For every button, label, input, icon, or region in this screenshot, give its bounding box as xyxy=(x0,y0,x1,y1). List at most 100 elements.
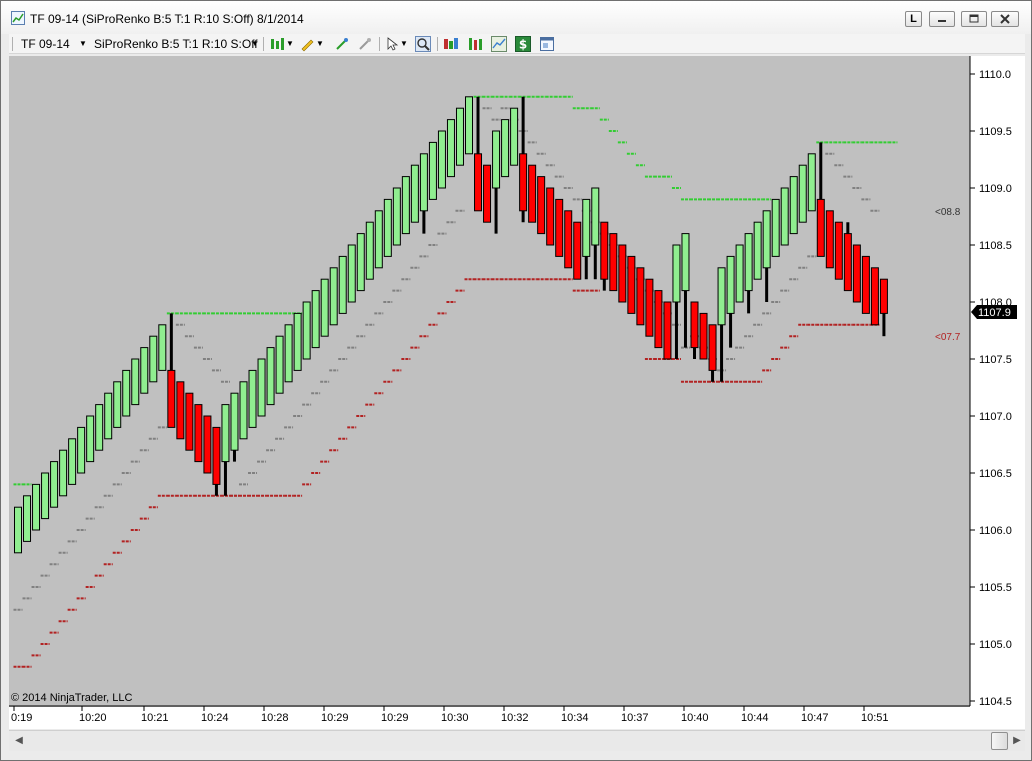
chart-panel[interactable]: 1110.0 1109.5 1109.0 1108.5 1108.0 1107.5 1107… xyxy=(9,56,1025,729)
scroll-right-arrow-icon[interactable]: ▶ xyxy=(1011,734,1023,748)
up-bar xyxy=(789,176,798,235)
price-label: 1109.0 xyxy=(979,183,1012,195)
up-bar xyxy=(59,449,68,497)
down-bar xyxy=(194,404,203,463)
time-label: 10:20 xyxy=(79,712,107,724)
price-label: 1106.5 xyxy=(979,468,1012,480)
down-bar xyxy=(176,381,185,440)
time-label: 10:21 xyxy=(141,712,169,724)
up-bar xyxy=(311,290,320,349)
down-bar xyxy=(645,278,654,337)
time-label: 10:30 xyxy=(441,712,469,724)
price-chart[interactable]: 1110.01109.51109.01108.51108.01107.51107… xyxy=(9,56,1025,729)
marker-low-text: <07.7 xyxy=(935,332,961,343)
toolbar-separator xyxy=(263,37,264,51)
up-bar xyxy=(68,438,77,485)
up-bar xyxy=(14,506,22,554)
up-bar xyxy=(302,301,311,360)
svg-text:$: $ xyxy=(519,38,527,52)
data-box-icon[interactable] xyxy=(443,36,459,52)
horizontal-scrollbar[interactable]: ◀ ▶ xyxy=(9,730,1025,751)
down-bar xyxy=(879,278,888,314)
up-bar xyxy=(86,415,95,463)
up-bar xyxy=(23,495,32,542)
restore-button[interactable] xyxy=(961,11,987,27)
instrument-dropdown-icon[interactable]: ▼ xyxy=(79,39,87,48)
link-button[interactable]: L xyxy=(905,11,922,27)
marker-high: <08.8 xyxy=(935,207,961,218)
toolbar-separator xyxy=(379,37,380,51)
up-bar xyxy=(780,187,789,246)
bar-style-icon[interactable] xyxy=(269,36,285,52)
chart-window: TF 09-14 (SiProRenko B:5 T:1 R:10 S:Off)… xyxy=(0,0,1032,761)
bar-type-dropdown-icon[interactable]: ▼ xyxy=(251,39,259,48)
price-label: 1104.5 xyxy=(979,696,1012,708)
strategy-icon[interactable] xyxy=(357,36,373,52)
up-bar xyxy=(383,198,392,257)
up-bar xyxy=(320,278,329,337)
down-bar xyxy=(699,312,708,360)
down-bar xyxy=(834,221,843,280)
scroll-left-arrow-icon[interactable]: ◀ xyxy=(12,734,26,748)
marker-high-text: <08.8 xyxy=(935,207,961,218)
marker-low: <07.7 xyxy=(935,332,961,343)
scroll-thumb[interactable] xyxy=(991,732,1008,750)
bar-type-selector[interactable]: SiProRenko B:5 T:1 R:10 S:Off xyxy=(94,37,258,51)
draw-dropdown-icon[interactable]: ▼ xyxy=(316,39,324,48)
down-bar xyxy=(852,244,861,303)
chart-trader-icon[interactable] xyxy=(467,36,483,52)
price-label: 1105.5 xyxy=(979,582,1012,594)
up-bar xyxy=(410,164,419,223)
down-bar xyxy=(609,233,618,292)
time-label: 10:29 xyxy=(381,712,409,724)
up-bar xyxy=(275,335,284,394)
up-bar xyxy=(230,392,239,451)
pencil-icon[interactable] xyxy=(299,36,315,52)
time-label: 10:51 xyxy=(861,712,889,724)
cursor-icon[interactable] xyxy=(385,36,401,52)
minimize-button[interactable] xyxy=(929,11,955,27)
up-bar xyxy=(401,176,410,235)
up-bar xyxy=(428,141,437,200)
price-label: 1107.5 xyxy=(979,354,1012,366)
up-bar xyxy=(284,324,293,383)
zoom-icon[interactable] xyxy=(415,36,431,52)
down-bar xyxy=(203,415,212,474)
up-bar xyxy=(113,381,122,428)
up-bar xyxy=(239,381,248,440)
down-bar xyxy=(843,233,852,292)
down-bar xyxy=(690,301,699,349)
current-price-text: 1107.9 xyxy=(978,307,1011,319)
up-bar xyxy=(582,198,591,257)
properties-icon[interactable] xyxy=(491,36,507,52)
time-label: 10:37 xyxy=(621,712,649,724)
up-bar xyxy=(248,369,257,428)
time-label: 10:40 xyxy=(681,712,709,724)
dollar-icon[interactable]: $ xyxy=(515,36,531,52)
up-bar xyxy=(753,221,762,280)
up-bar xyxy=(221,404,230,463)
down-bar xyxy=(708,324,717,371)
up-bar xyxy=(501,119,510,178)
down-bar xyxy=(555,198,564,257)
bar-style-dropdown-icon[interactable]: ▼ xyxy=(286,39,294,48)
down-bar xyxy=(167,369,176,428)
down-bar xyxy=(663,301,672,360)
up-bar xyxy=(798,164,807,223)
window-icon[interactable] xyxy=(539,36,555,52)
indicator-icon[interactable] xyxy=(334,36,350,52)
up-bar xyxy=(50,461,59,508)
up-bar xyxy=(140,347,149,394)
cursor-dropdown-icon[interactable]: ▼ xyxy=(400,39,408,48)
up-bar xyxy=(257,358,266,417)
instrument-selector[interactable]: TF 09-14 xyxy=(21,37,70,51)
time-label: 10:32 xyxy=(501,712,529,724)
up-bar xyxy=(338,255,347,314)
close-button[interactable] xyxy=(991,11,1019,27)
up-bar xyxy=(762,210,771,269)
price-label: 1109.5 xyxy=(979,126,1012,138)
time-label: 10:34 xyxy=(561,712,589,724)
up-bar xyxy=(510,107,519,166)
up-bar xyxy=(293,312,302,371)
title-bar[interactable]: TF 09-14 (SiProRenko B:5 T:1 R:10 S:Off)… xyxy=(1,1,1031,34)
